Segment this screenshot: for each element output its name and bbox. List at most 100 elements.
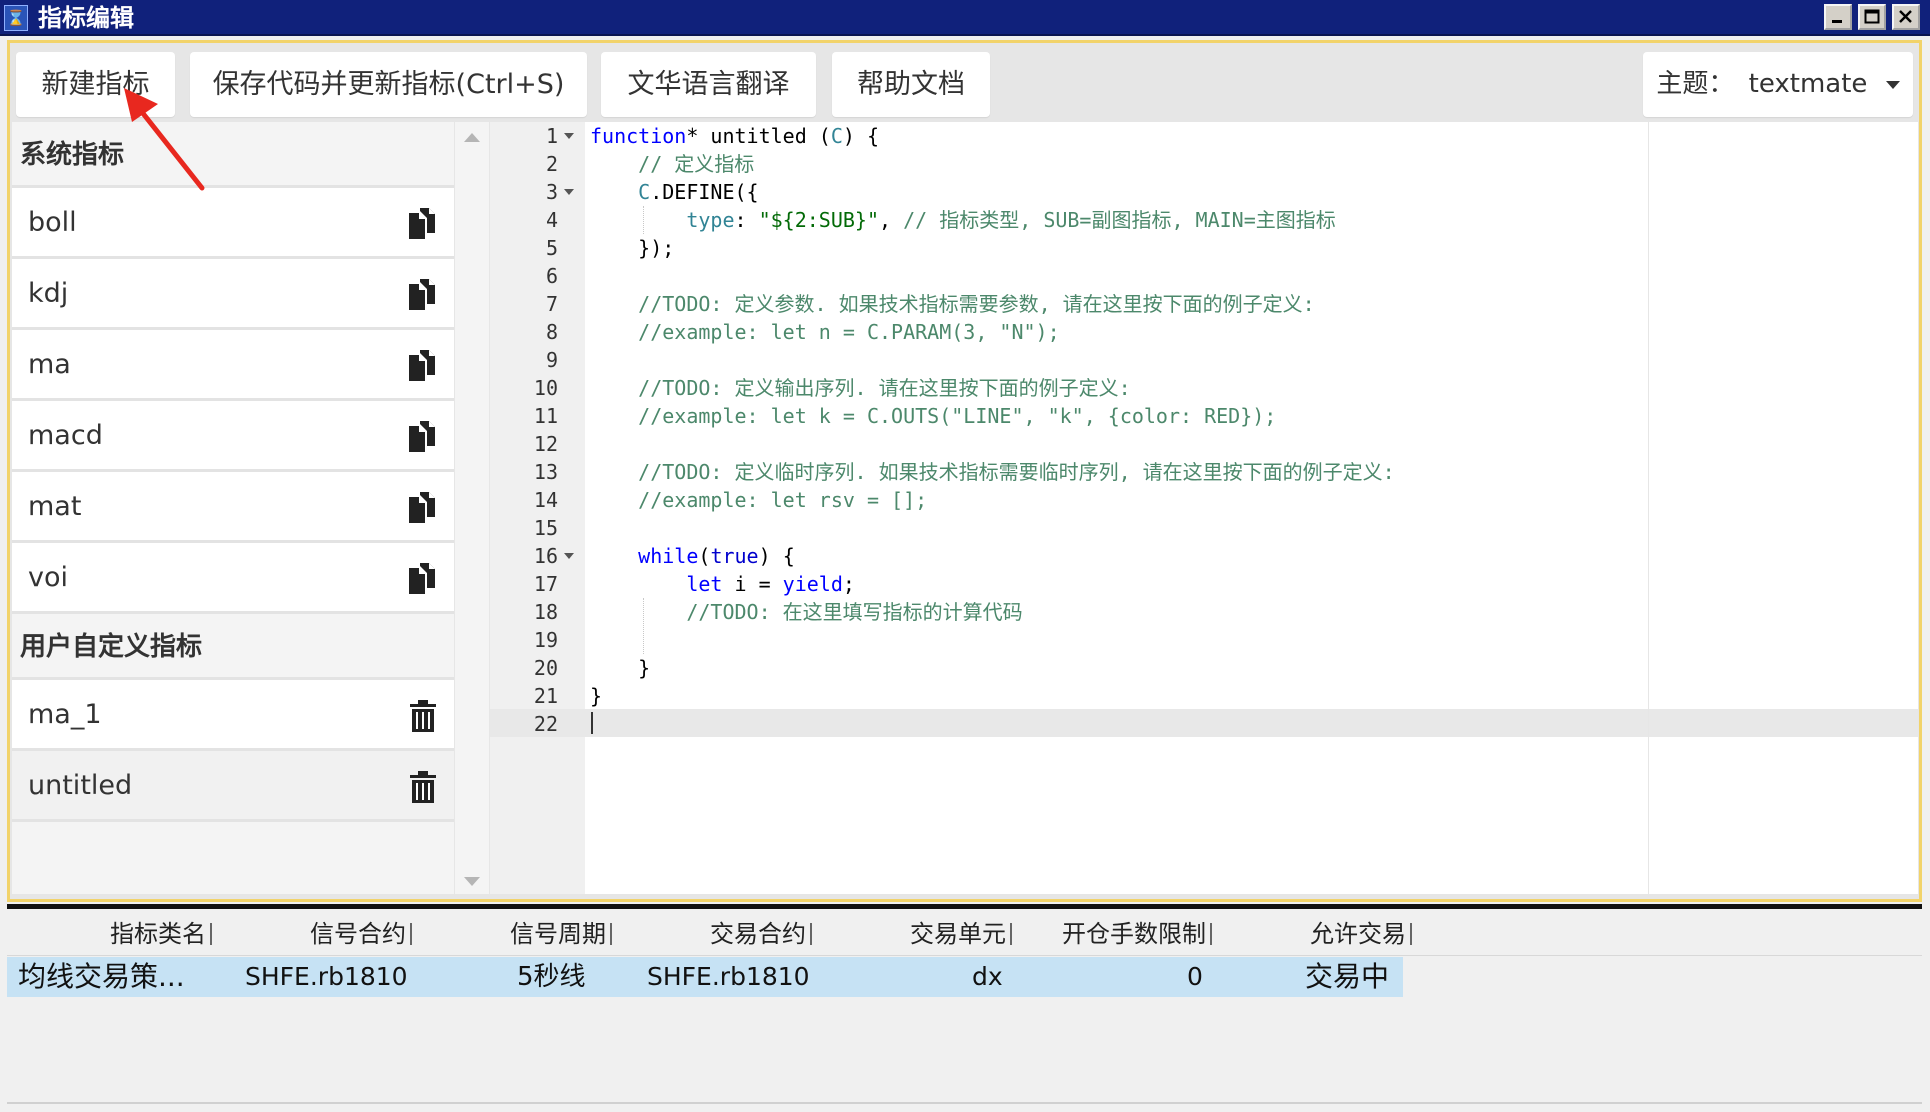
fold-arrow-icon[interactable] — [564, 133, 574, 139]
sidebar-item-label: mat — [28, 491, 82, 522]
line-number: 22 — [533, 712, 558, 736]
code-line: }); — [590, 236, 675, 260]
sidebar-item-kdj[interactable]: kdj — [12, 259, 454, 330]
line-number: 13 — [533, 460, 558, 484]
line-number: 17 — [533, 572, 558, 596]
line-number: 10 — [533, 376, 558, 400]
sidebar-item-mat[interactable]: mat — [12, 472, 454, 543]
system-indicators-header: 系统指标 — [12, 122, 454, 188]
line-number: 2 — [545, 152, 558, 176]
indicator-sidebar: 系统指标 boll kdj ma macd mat voi 用户自定义指标 ma… — [12, 122, 454, 894]
sidebar-item-label: voi — [28, 562, 68, 593]
column-header-label: 交易合约 — [710, 920, 806, 948]
line-number: 9 — [545, 348, 558, 372]
code-line: //example: let rsv = []; — [638, 488, 928, 512]
trash-icon[interactable] — [407, 699, 439, 733]
code-line: function* untitled (C) { — [590, 124, 879, 148]
column-header[interactable]: 信号合约 — [212, 919, 412, 949]
fold-arrow-icon[interactable] — [564, 553, 574, 559]
column-header[interactable]: 信号周期 — [412, 919, 612, 949]
print-margin — [1648, 122, 1649, 894]
fold-arrow-icon[interactable] — [564, 189, 574, 195]
line-number: 5 — [545, 236, 558, 260]
line-number: 6 — [545, 264, 558, 288]
sidebar-item-label: boll — [28, 207, 77, 238]
sidebar-item-macd[interactable]: macd — [12, 401, 454, 472]
header-divider — [7, 955, 1922, 956]
sidebar-scrollbar[interactable] — [455, 122, 489, 894]
trash-icon[interactable] — [407, 770, 439, 804]
copy-icon[interactable] — [407, 420, 439, 454]
column-header[interactable]: 交易合约 — [612, 919, 812, 949]
close-button[interactable] — [1892, 4, 1920, 30]
line-number: 15 — [533, 516, 558, 540]
code-line: } — [590, 684, 603, 708]
code-editor[interactable]: 1 2 3 4 5 6 7 8 9 10 11 12 13 14 15 16 1… — [490, 122, 1918, 894]
minimize-icon — [1832, 20, 1842, 23]
title-bar: ⌛ 指标编辑 — [0, 0, 1930, 36]
column-separator[interactable] — [1410, 923, 1412, 945]
line-number: 8 — [545, 320, 558, 344]
sidebar-item-label: untitled — [28, 770, 133, 801]
sidebar-item-untitled[interactable]: untitled — [12, 751, 454, 822]
code-line: type: "${2:SUB}", // 指标类型, SUB=副图指标, MAI… — [686, 208, 1336, 232]
table-cell: 均线交易策... — [18, 960, 185, 993]
maximize-icon — [1864, 9, 1880, 24]
code-line: //TODO: 定义临时序列. 如果技术指标需要临时序列, 请在这里按下面的例子… — [638, 460, 1395, 484]
copy-icon[interactable] — [407, 349, 439, 383]
code-line: while(true) { — [638, 544, 795, 568]
theme-value: textmate — [1748, 69, 1868, 99]
scroll-down-icon[interactable] — [464, 877, 480, 886]
scroll-up-icon[interactable] — [464, 133, 480, 142]
column-header[interactable]: 交易单元 — [812, 919, 1012, 949]
line-number: 16 — [533, 544, 558, 568]
text-cursor — [591, 712, 593, 734]
code-line: //TODO: 定义输出序列. 请在这里按下面的例子定义: — [638, 376, 1131, 400]
save-update-button[interactable]: 保存代码并更新指标(Ctrl+S) — [190, 52, 587, 117]
sidebar-item-boll[interactable]: boll — [12, 188, 454, 259]
column-header-label: 允许交易 — [1310, 920, 1406, 948]
close-icon — [1899, 10, 1912, 23]
translate-button[interactable]: 文华语言翻译 — [601, 52, 816, 117]
line-number: 14 — [533, 488, 558, 512]
column-header-label: 交易单元 — [910, 920, 1006, 948]
copy-icon[interactable] — [407, 562, 439, 596]
sidebar-item-label: ma — [28, 349, 71, 380]
strategy-table: 指标类名 信号合约 信号周期 交易合约 交易单元 开仓手数限制 允许交易 均线交… — [7, 904, 1922, 1104]
column-header[interactable]: 允许交易 — [1212, 919, 1412, 949]
caret-down-icon — [1885, 80, 1900, 89]
column-header-label: 指标类名 — [110, 920, 206, 948]
copy-icon[interactable] — [407, 207, 439, 241]
user-indicators-header: 用户自定义指标 — [12, 614, 454, 680]
line-number: 11 — [533, 404, 558, 428]
copy-icon[interactable] — [407, 278, 439, 312]
code-line: let i = yield; — [686, 572, 855, 596]
window-title: 指标编辑 — [38, 4, 134, 32]
column-header-label: 开仓手数限制 — [1062, 920, 1206, 948]
code-line: //example: let n = C.PARAM(3, "N"); — [638, 320, 1060, 344]
maximize-button[interactable] — [1858, 4, 1886, 30]
line-number: 3 — [545, 180, 558, 204]
help-docs-button[interactable]: 帮助文档 — [832, 52, 990, 117]
line-number: 19 — [533, 628, 558, 652]
code-line: //TODO: 在这里填写指标的计算代码 — [686, 600, 1023, 624]
sidebar-item-label: ma_1 — [28, 699, 102, 730]
code-line: C.DEFINE({ — [638, 180, 759, 204]
theme-dropdown[interactable]: 主题： textmate — [1643, 52, 1913, 117]
line-number: 7 — [545, 292, 558, 316]
code-line: } — [590, 656, 651, 680]
minimize-button[interactable] — [1824, 4, 1852, 30]
column-header[interactable]: 开仓手数限制 — [1012, 919, 1212, 949]
sidebar-item-ma_1[interactable]: ma_1 — [12, 680, 454, 751]
sidebar-item-voi[interactable]: voi — [12, 543, 454, 614]
code-line: //TODO: 定义参数. 如果技术指标需要参数, 请在这里按下面的例子定义: — [638, 292, 1315, 316]
line-number: 21 — [533, 684, 558, 708]
line-number: 18 — [533, 600, 558, 624]
table-cell: SHFE.rb1810 — [245, 962, 408, 991]
annotation-arrow-icon — [124, 88, 205, 191]
table-cell: SHFE.rb1810 — [647, 962, 810, 991]
copy-icon[interactable] — [407, 491, 439, 525]
sidebar-item-ma[interactable]: ma — [12, 330, 454, 401]
column-header[interactable]: 指标类名 — [7, 919, 212, 949]
line-number: 12 — [533, 432, 558, 456]
